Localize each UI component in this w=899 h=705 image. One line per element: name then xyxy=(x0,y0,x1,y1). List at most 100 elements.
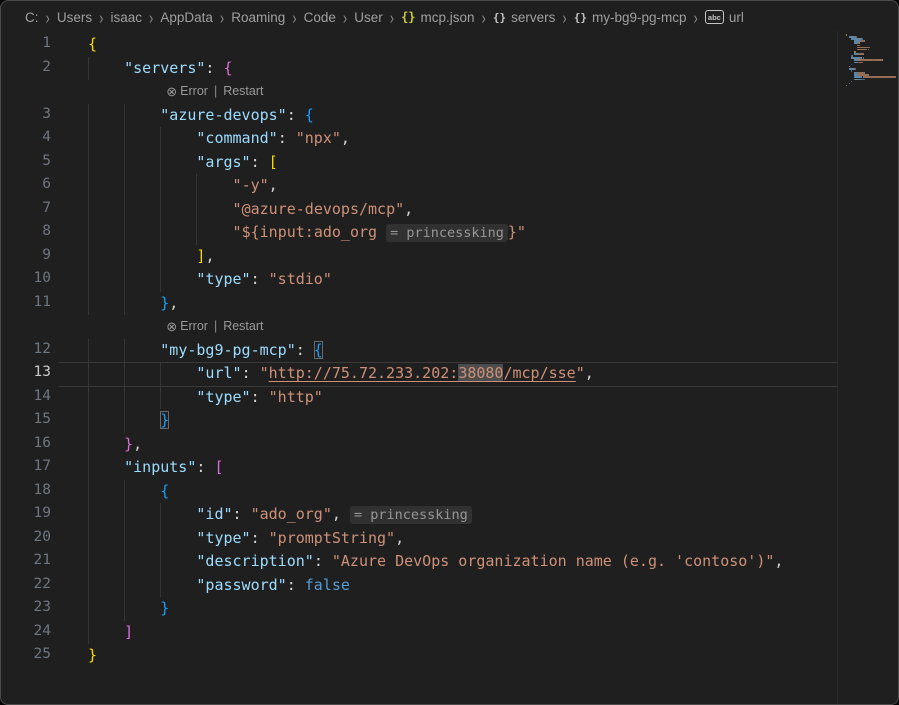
minimap-line-segment xyxy=(846,34,847,36)
code-token: : xyxy=(296,341,314,359)
indent-guide xyxy=(88,268,89,292)
string-symbol-icon: abc xyxy=(705,10,724,24)
breadcrumb-label: mcp.json xyxy=(421,10,475,25)
breadcrumb-item-isaac[interactable]: isaac xyxy=(110,10,142,25)
line-number: 17 xyxy=(1,458,51,474)
vscode-editor-window: C:›Users›isaac›AppData›Roaming›Code›User… xyxy=(0,0,899,705)
indent-guide xyxy=(124,574,125,598)
code-text: "azure-devops": { xyxy=(160,106,314,124)
indent-guide xyxy=(160,527,161,551)
code-line: 14"type": "http" xyxy=(1,386,898,410)
line-number: 22 xyxy=(1,576,51,592)
line-number: 24 xyxy=(1,623,51,639)
code-token: "promptString" xyxy=(269,529,395,547)
code-token: "Azure DevOps organization name (e.g. 'c… xyxy=(332,552,775,570)
code-editor[interactable]: 1{2"servers": {⊗Error|Restart3"azure-dev… xyxy=(1,31,898,704)
code-token: "args" xyxy=(196,153,250,171)
breadcrumb-item-roaming[interactable]: Roaming xyxy=(231,10,285,25)
codelens-restart-link[interactable]: Restart xyxy=(223,84,263,98)
indent-guide xyxy=(124,339,125,363)
code-token: , xyxy=(169,294,178,312)
indent-guide xyxy=(124,174,125,198)
breadcrumb-item-c-[interactable]: C: xyxy=(25,10,39,25)
code-text: ], xyxy=(196,247,214,265)
code-token: : xyxy=(251,529,269,547)
codelens-restart-link[interactable]: Restart xyxy=(223,319,263,333)
indent-guide xyxy=(160,503,161,527)
codelens: ⊗Error|Restart xyxy=(166,319,263,333)
code-text: "id": "ado_org", = princessking xyxy=(196,505,471,523)
minimap[interactable] xyxy=(839,31,896,702)
breadcrumb-item-code[interactable]: Code xyxy=(304,10,336,25)
indent-guide xyxy=(88,151,89,175)
code-token: : xyxy=(242,364,260,382)
codelens-row: ⊗Error|Restart xyxy=(1,315,898,339)
breadcrumb-item-users[interactable]: Users xyxy=(57,10,92,25)
code-token: : xyxy=(314,552,332,570)
code-token: { xyxy=(160,482,169,500)
code-text: "my-bg9-pg-mcp": { xyxy=(160,341,323,359)
code-token: "inputs" xyxy=(124,458,196,476)
code-token: { xyxy=(305,106,314,124)
codelens-error-link[interactable]: Error xyxy=(180,84,208,98)
minimap-line-segment xyxy=(851,81,852,83)
code-text: } xyxy=(160,599,169,617)
code-token: " xyxy=(260,364,269,382)
indent-guide xyxy=(160,127,161,151)
chevron-right-icon: › xyxy=(220,7,224,27)
code-line: 24] xyxy=(1,621,898,645)
code-line: 23} xyxy=(1,597,898,621)
code-text: "@azure-devops/mcp", xyxy=(233,200,414,218)
code-token: "description" xyxy=(196,552,313,570)
line-number: 2 xyxy=(1,59,51,75)
codelens: ⊗Error|Restart xyxy=(166,84,263,98)
code-text: "args": [ xyxy=(196,153,277,171)
line-number: 15 xyxy=(1,411,51,427)
breadcrumb-label: my-bg9-pg-mcp xyxy=(592,10,687,25)
code-token: "password" xyxy=(196,576,286,594)
breadcrumb-item-servers[interactable]: {}servers xyxy=(493,10,556,25)
indent-guide xyxy=(88,292,89,316)
code-token: : xyxy=(205,59,223,77)
line-number: 14 xyxy=(1,388,51,404)
code-token: "azure-devops" xyxy=(160,106,286,124)
code-token: : xyxy=(233,505,251,523)
indent-guide xyxy=(88,503,89,527)
breadcrumb-item-my-bg9-pg-mcp[interactable]: {}my-bg9-pg-mcp xyxy=(574,10,687,25)
code-token: : xyxy=(251,153,269,171)
code-token: "url" xyxy=(196,364,241,382)
url-link-token[interactable]: http://75.72.233.202: xyxy=(269,364,459,382)
indent-guide xyxy=(124,292,125,316)
breadcrumb-label: url xyxy=(729,10,744,25)
code-line: 12"my-bg9-pg-mcp": { xyxy=(1,339,898,363)
code-token: } xyxy=(88,646,97,664)
chevron-right-icon: › xyxy=(149,7,153,27)
indent-guide xyxy=(88,409,89,433)
code-token: , xyxy=(269,176,278,194)
indent-guide xyxy=(88,57,89,81)
code-line: 3"azure-devops": { xyxy=(1,104,898,128)
code-token: "-y" xyxy=(233,176,269,194)
line-number: 8 xyxy=(1,223,51,239)
indent-guide xyxy=(124,362,125,386)
indent-guide xyxy=(160,550,161,574)
breadcrumb-item-appdata[interactable]: AppData xyxy=(160,10,213,25)
code-text: "command": "npx", xyxy=(196,129,350,147)
line-number: 19 xyxy=(1,505,51,521)
chevron-right-icon: › xyxy=(482,7,486,27)
breadcrumb-item-user[interactable]: User xyxy=(354,10,383,25)
breadcrumb-item-mcp-json[interactable]: {}mcp.json xyxy=(401,10,474,25)
code-token: "id" xyxy=(196,505,232,523)
code-text: ] xyxy=(124,623,133,641)
breadcrumb-label: isaac xyxy=(110,10,142,25)
breadcrumb-label: Users xyxy=(57,10,92,25)
url-link-token[interactable]: /mcp/sse xyxy=(503,364,575,382)
indent-guide xyxy=(88,221,89,245)
codelens-error-link[interactable]: Error xyxy=(180,319,208,333)
url-link-token[interactable]: 38080 xyxy=(458,364,503,382)
breadcrumb-item-url[interactable]: abcurl xyxy=(705,10,744,25)
line-number: 6 xyxy=(1,176,51,192)
code-text: "servers": { xyxy=(124,59,232,77)
code-token: : xyxy=(287,106,305,124)
code-token: } xyxy=(160,599,169,617)
